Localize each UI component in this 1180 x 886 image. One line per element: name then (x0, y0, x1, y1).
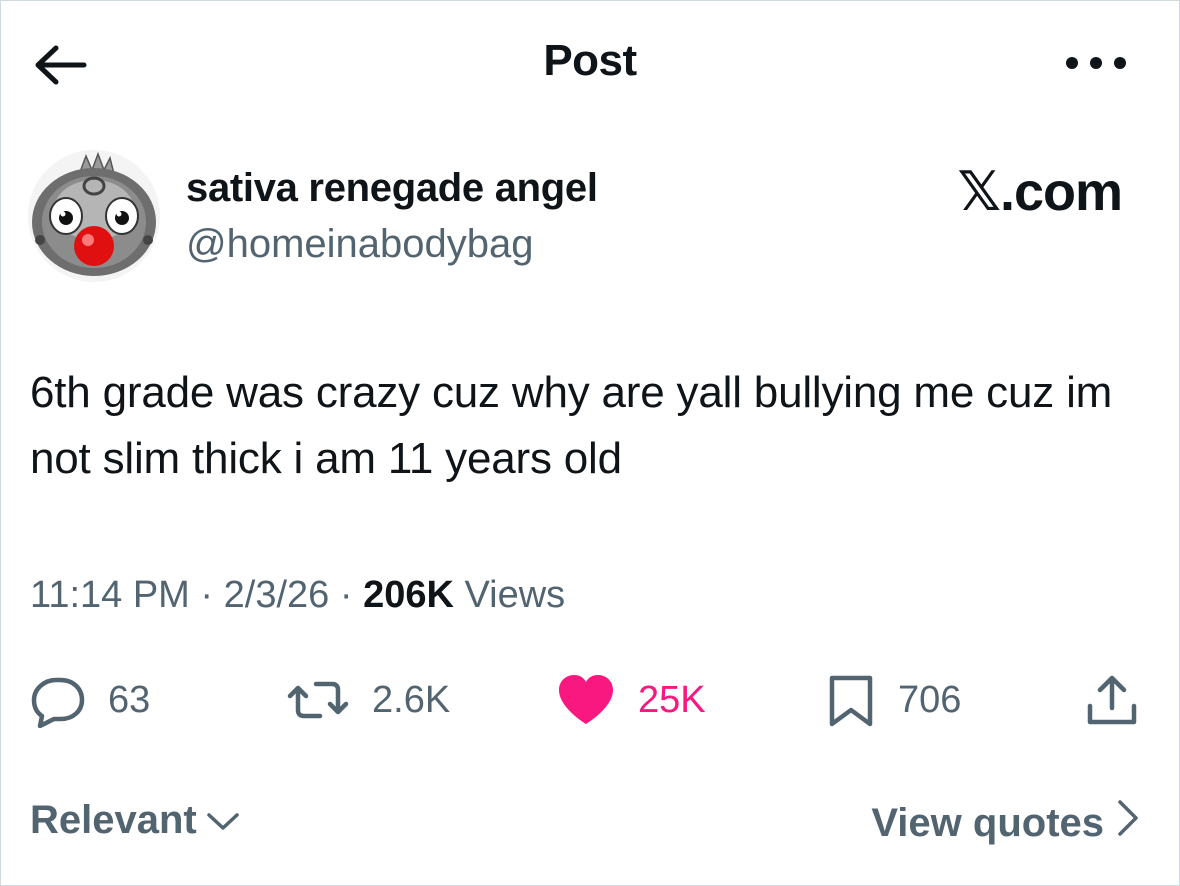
view-quotes-link[interactable]: View quotes (871, 798, 1140, 848)
repost-count: 2.6K (372, 678, 451, 721)
views-count[interactable]: 206K (363, 574, 454, 616)
tweet-text: 6th grade was crazy cuz why are yall bul… (30, 368, 1113, 483)
author-display-name[interactable]: sativa renegade angel (186, 166, 598, 211)
bookmark-count: 706 (898, 678, 962, 721)
more-dots-icon[interactable] (1060, 52, 1132, 74)
page-title: Post (543, 36, 637, 85)
share-button[interactable] (1084, 672, 1140, 728)
reply-count: 63 (108, 678, 151, 721)
tweet-time[interactable]: 11:14 PM (30, 574, 190, 616)
bookmark-button[interactable]: 706 (826, 672, 961, 728)
reply-icon (30, 672, 86, 728)
views-label: Views (453, 574, 566, 616)
tweet-date[interactable]: 2/3/26 (224, 574, 330, 616)
view-quotes-label: View quotes (871, 800, 1104, 845)
heart-filled-icon (556, 672, 616, 728)
chevron-right-icon (1116, 798, 1140, 848)
repost-button[interactable]: 2.6K (286, 672, 450, 728)
repost-icon (286, 672, 350, 728)
like-button[interactable]: 25K (556, 672, 706, 728)
tweet-meta: 11:14 PM · 2/3/26 · 206K Views (30, 574, 565, 617)
avatar[interactable] (28, 150, 160, 282)
sort-label: Relevant (30, 798, 197, 842)
sort-replies-dropdown[interactable]: Relevant (30, 798, 241, 843)
author-handle[interactable]: @homeinabodybag (186, 222, 534, 267)
chevron-down-icon (205, 798, 241, 843)
like-count: 25K (638, 678, 706, 721)
x-com-watermark: 𝕏.com (957, 162, 1123, 222)
meta-separator: · (329, 574, 364, 616)
reply-button[interactable]: 63 (30, 672, 150, 728)
meta-separator: · (189, 574, 224, 616)
bookmark-icon (826, 672, 876, 728)
share-icon (1084, 672, 1140, 728)
